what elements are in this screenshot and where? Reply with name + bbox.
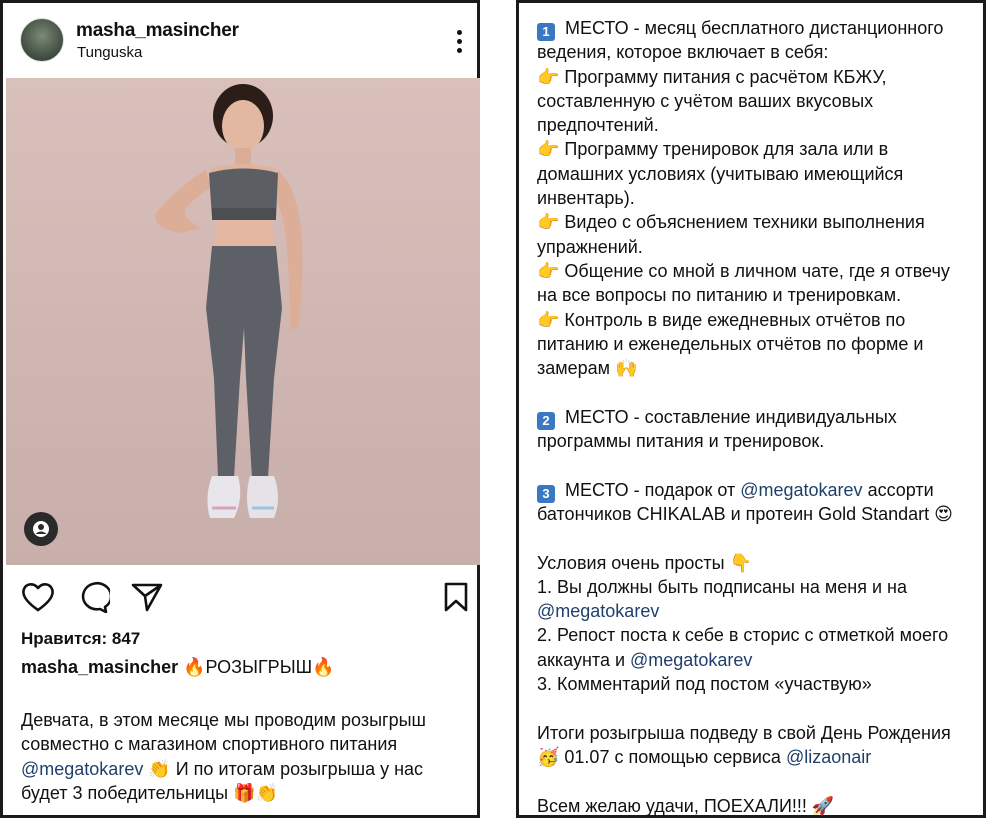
caption-line: 1. Вы должны быть подписаны на меня и на bbox=[537, 575, 985, 599]
caption-line: батончиков CHIKALAB и протеин Gold Stand… bbox=[537, 502, 985, 526]
caption-username[interactable]: masha_masincher bbox=[21, 657, 178, 677]
caption-line: @megatokarev 👏 И по итогам розыгрыша у н… bbox=[21, 758, 424, 779]
caption-text: Условия очень просты 👇 bbox=[537, 552, 752, 573]
caption-line: Всем желаю удачи, ПОЕХАЛИ!!! 🚀 bbox=[537, 794, 985, 818]
caption-line: 👉 Общение со мной в личном чате, где я о… bbox=[537, 259, 985, 283]
caption-line bbox=[537, 453, 985, 477]
avatar[interactable] bbox=[20, 18, 64, 62]
caption-text: на все вопросы по питанию и тренировкам. bbox=[537, 285, 902, 306]
caption-line: 3 МЕСТО - подарок от @megatokarev ассорт… bbox=[537, 478, 985, 503]
caption-text: домашних условиях (учитываю имеющийся bbox=[537, 163, 904, 184]
caption-text: упражнений. bbox=[537, 236, 643, 257]
caption-line: инвентарь). bbox=[537, 186, 985, 210]
caption-continuation-text: 1 МЕСТО - месяц бесплатного дистанционно… bbox=[537, 16, 985, 818]
caption-line: 👉 Программу питания с расчётом КБЖУ, bbox=[537, 65, 985, 89]
share-icon[interactable] bbox=[130, 581, 164, 618]
caption-continuation: 1 МЕСТО - месяц бесплатного дистанционно… bbox=[516, 0, 986, 818]
caption-line: 1 МЕСТО - месяц бесплатного дистанционно… bbox=[537, 16, 985, 41]
bookmark-icon[interactable] bbox=[443, 581, 469, 618]
caption-line bbox=[537, 526, 985, 550]
caption-text: 👉 Программу питания с расчётом КБЖУ, bbox=[537, 66, 887, 87]
caption-text: МЕСТО - месяц бесплатного дистанционного bbox=[560, 18, 944, 38]
caption-line: совместно с магазином спортивного питани… bbox=[21, 734, 398, 755]
caption-text: Всем желаю удачи, ПОЕХАЛИ!!! 🚀 bbox=[537, 795, 835, 816]
instagram-post: masha_masincher Tunguska Нравится: 847 m… bbox=[0, 0, 480, 818]
post-photo[interactable] bbox=[6, 78, 480, 565]
caption-text: батончиков CHIKALAB и протеин Gold Stand… bbox=[537, 503, 953, 524]
caption-line: домашних условиях (учитываю имеющийся bbox=[537, 162, 985, 186]
caption-line: Итоги розыгрыша подведу в свой День Рожд… bbox=[537, 721, 985, 745]
caption-text: 1. Вы должны быть подписаны на меня и на bbox=[537, 576, 907, 597]
user-tag-icon[interactable] bbox=[24, 512, 58, 546]
caption-text: Девчата, в этом месяце мы проводим розыг… bbox=[21, 708, 471, 805]
caption-text: 3. Комментарий под постом «участвую» bbox=[537, 674, 872, 695]
caption-text: ассорти bbox=[862, 479, 934, 500]
caption-line: будет 3 победительницы 🎁👏 bbox=[21, 782, 278, 803]
more-icon[interactable] bbox=[449, 30, 469, 58]
caption-line: Условия очень просты 👇 bbox=[537, 551, 985, 575]
caption-text: 👉 Контроль в виде ежедневных отчётов по bbox=[537, 309, 906, 330]
caption-line: 2 МЕСТО - составление индивидуальных bbox=[537, 405, 985, 430]
fitness-model-illustration bbox=[155, 84, 303, 518]
mention-link[interactable]: @lizaonair bbox=[786, 747, 871, 767]
caption-line: упражнений. bbox=[537, 235, 985, 259]
caption-line: 2. Репост поста к себе в сторис с отметк… bbox=[537, 623, 985, 647]
heart-icon[interactable] bbox=[21, 581, 55, 618]
caption-line: 🥳 01.07 с помощью сервиса @lizaonair bbox=[537, 745, 985, 769]
caption-text: 👉 Видео с объяснением техники выполнения bbox=[537, 212, 925, 233]
caption-line: питанию и еженедельных отчётов по форме … bbox=[537, 332, 985, 356]
place-number-badge: 2 bbox=[537, 411, 555, 430]
post-username[interactable]: masha_masincher bbox=[76, 20, 239, 42]
caption-line: программы питания и тренировок. bbox=[537, 429, 985, 453]
caption-line: 👉 Программу тренировок для зала или в bbox=[537, 137, 985, 161]
caption-text: составленную с учётом ваших вкусовых bbox=[537, 90, 874, 111]
caption-text: МЕСТО - подарок от bbox=[560, 479, 741, 500]
caption-line bbox=[537, 696, 985, 720]
caption-text: 🥳 01.07 с помощью сервиса bbox=[537, 746, 786, 767]
caption-text: аккаунта и bbox=[537, 649, 631, 670]
caption-line: замерам 🙌 bbox=[537, 356, 985, 380]
caption-text: 👉 Общение со мной в личном чате, где я о… bbox=[537, 260, 950, 281]
mention-link[interactable]: @megatokarev bbox=[740, 480, 862, 500]
caption-text: 👉 Программу тренировок для зала или в bbox=[537, 139, 889, 160]
caption-title: 🔥РОЗЫГРЫШ🔥 bbox=[183, 657, 335, 677]
mention-link[interactable]: @megatokarev bbox=[537, 601, 659, 621]
caption-text: замерам 🙌 bbox=[537, 358, 638, 379]
caption-text: ведения, которое включает в себя: bbox=[537, 42, 829, 63]
place-number-badge: 3 bbox=[537, 484, 555, 503]
caption-text: 2. Репост поста к себе в сторис с отметк… bbox=[537, 625, 949, 646]
caption-header: masha_masincher 🔥РОЗЫГРЫШ🔥 bbox=[21, 657, 335, 678]
mention-link[interactable]: @megatokarev bbox=[630, 650, 752, 670]
mention-link[interactable]: @megatokarev bbox=[21, 759, 143, 779]
caption-text: инвентарь). bbox=[537, 188, 635, 209]
caption-text: предпочтений. bbox=[537, 115, 659, 136]
place-number-badge: 1 bbox=[537, 23, 555, 41]
caption-text: Итоги розыгрыша подведу в свой День Рожд… bbox=[537, 722, 951, 743]
caption-line: аккаунта и @megatokarev bbox=[537, 648, 985, 672]
caption-text: МЕСТО - составление индивидуальных bbox=[560, 406, 897, 427]
caption-line: на все вопросы по питанию и тренировкам. bbox=[537, 283, 985, 307]
caption-line: @megatokarev bbox=[537, 599, 985, 623]
caption-line bbox=[537, 380, 985, 404]
caption-line: предпочтений. bbox=[537, 113, 985, 137]
comment-icon[interactable] bbox=[76, 581, 113, 618]
caption-line: Девчата, в этом месяце мы проводим розыг… bbox=[21, 710, 426, 730]
caption-line: 👉 Видео с объяснением техники выполнения bbox=[537, 210, 985, 234]
likes-count[interactable]: Нравится: 847 bbox=[21, 629, 140, 649]
caption-line: ведения, которое включает в себя: bbox=[537, 40, 985, 64]
caption-line bbox=[537, 769, 985, 793]
caption-text: программы питания и тренировок. bbox=[537, 431, 825, 452]
caption-line: 👉 Контроль в виде ежедневных отчётов по bbox=[537, 308, 985, 332]
post-location[interactable]: Tunguska bbox=[77, 44, 142, 61]
caption-text: питанию и еженедельных отчётов по форме … bbox=[537, 333, 924, 354]
caption-line: 3. Комментарий под постом «участвую» bbox=[537, 672, 985, 696]
caption-line: составленную с учётом ваших вкусовых bbox=[537, 89, 985, 113]
